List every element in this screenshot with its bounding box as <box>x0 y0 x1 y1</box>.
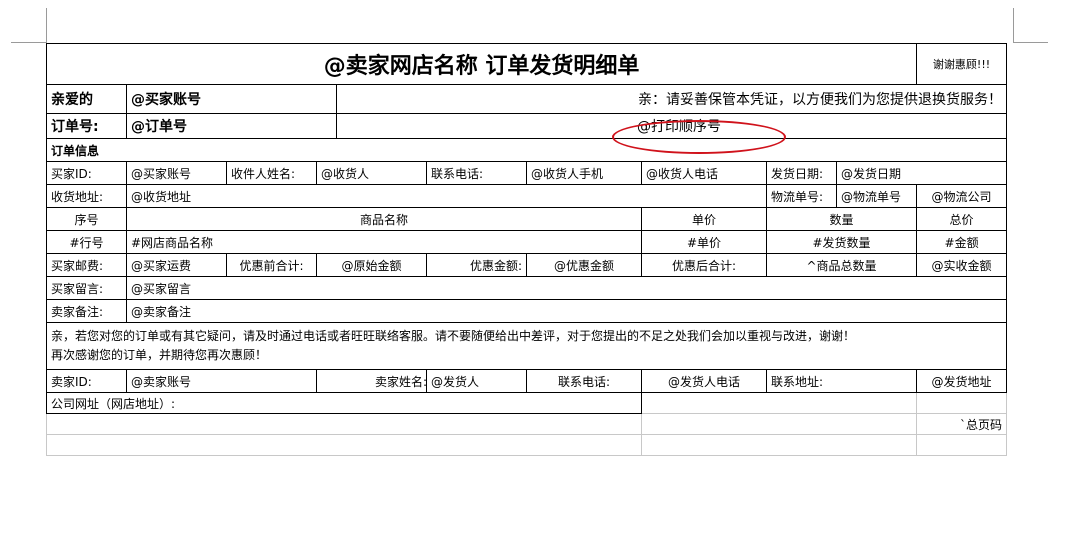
total-pages: `总页码 <box>916 413 1008 435</box>
receiver-name-value: @收货人 <box>316 161 427 185</box>
discount-label: 优惠金额: <box>426 253 527 277</box>
seller-phone-label: 联系电话: <box>526 369 642 393</box>
post-discount-label: 优惠后合计: <box>641 253 767 277</box>
print-sequence-number: @打印顺序号 <box>637 119 721 135</box>
address-label: 收货地址: <box>46 184 127 208</box>
receiver-phone-value: @收货人电话 <box>641 161 767 185</box>
seller-note-value: @卖家备注 <box>125 299 1008 323</box>
page-corner-mark-left-h <box>11 42 46 43</box>
col-header-total-price: 总价 <box>916 207 1008 231</box>
shipping-fee-value: @买家运费 <box>126 253 227 277</box>
col-header-index: 序号 <box>46 207 127 231</box>
address-row: 收货地址: @收货地址 物流单号: @物流单号 @物流公司 <box>46 184 1008 208</box>
blank-cell <box>916 392 1008 414</box>
ship-date-label: 发货日期: <box>766 161 837 185</box>
buyer-account: @买家账号 <box>126 84 337 114</box>
seller-info-row: 卖家ID: @卖家账号 卖家姓名: @发货人 联系电话: @发货人电话 联系地址… <box>46 369 1008 393</box>
page-total-row: `总页码 <box>46 413 1008 435</box>
blank-cell <box>640 434 918 456</box>
total-quantity-value: ^商品总数量 <box>765 253 918 277</box>
shipping-detail-document: @卖家网店名称 订单发货明细单 谢谢惠顾!!! 亲爱的 @买家账号 亲：请妥善保… <box>45 43 1008 456</box>
received-amount-value: @实收金额 <box>916 253 1008 277</box>
buyer-info-row: 买家ID: @买家账号 收件人姓名: @收货人 联系电话: @收货人手机 @收货… <box>46 161 1008 185</box>
col-header-unit-price: 单价 <box>641 207 767 231</box>
order-number-label: 订单号: <box>46 113 127 139</box>
page-corner-mark-right-v <box>1013 8 1014 43</box>
title-row: @卖家网店名称 订单发货明细单 谢谢惠顾!!! <box>45 43 1008 85</box>
buyer-message-value: @买家留言 <box>125 276 1008 300</box>
col-header-product-name: 商品名称 <box>126 207 642 231</box>
receiver-phone-label: 联系电话: <box>426 161 527 185</box>
notice-line-2: 再次感谢您的订单，并期待您再次惠顾！ <box>51 348 268 362</box>
page-corner-mark-right-h <box>1013 42 1048 43</box>
website-row: 公司网址（网店地址）: <box>46 392 1008 414</box>
thanks-text: 谢谢惠顾!!! <box>916 43 1008 85</box>
tracking-label: 物流单号: <box>766 184 837 208</box>
seller-phone-value: @发货人电话 <box>641 369 767 393</box>
seller-name-label: 卖家姓名: <box>316 369 427 393</box>
order-number-row: 订单号: @订单号 @打印顺序号 <box>46 113 1008 139</box>
col-header-quantity: 数量 <box>765 207 918 231</box>
item-unit-price: #单价 <box>641 230 767 254</box>
blank-cell <box>916 434 1008 456</box>
seller-address-label: 联系地址: <box>765 369 918 393</box>
notice-cell: 亲，若您对您的订单或有其它疑问，请及时通过电话或者旺旺联络客服。请不要随便给出中… <box>45 322 1008 370</box>
seller-address-value: @发货地址 <box>916 369 1008 393</box>
shipping-fee-label: 买家邮费: <box>46 253 127 277</box>
receiver-mobile-value: @收货人手机 <box>526 161 642 185</box>
pre-discount-label: 优惠前合计: <box>226 253 317 277</box>
order-number-value: @订单号 <box>126 113 337 139</box>
item-amount: #金额 <box>916 230 1008 254</box>
seller-id-label: 卖家ID: <box>46 369 127 393</box>
discount-value: @优惠金额 <box>526 253 642 277</box>
blank-cell <box>640 392 918 414</box>
website-label: 公司网址（网店地址）: <box>46 392 642 414</box>
blank-row <box>46 434 1008 456</box>
blank-cell <box>640 413 918 435</box>
dear-label: 亲爱的 <box>46 84 127 114</box>
receiver-name-label: 收件人姓名: <box>226 161 317 185</box>
seller-note-label: 卖家备注: <box>46 299 127 323</box>
print-sequence-cell: @打印顺序号 <box>335 113 1008 139</box>
seller-id-value: @卖家账号 <box>126 369 317 393</box>
pre-discount-value: @原始金额 <box>316 253 427 277</box>
tracking-value: @物流单号 <box>835 184 918 208</box>
buyer-id-label: 买家ID: <box>46 161 127 185</box>
carrier-value: @物流公司 <box>916 184 1008 208</box>
item-quantity: #发货数量 <box>765 230 918 254</box>
greeting-row: 亲爱的 @买家账号 亲：请妥善保管本凭证，以方便我们为您提供退换货服务！ <box>46 84 1008 114</box>
page-corner-mark-left-v <box>46 8 47 43</box>
item-row: #行号 #网店商品名称 #单价 #发货数量 #金额 <box>46 230 1008 254</box>
notice-line-1: 亲，若您对您的订单或有其它疑问，请及时通过电话或者旺旺联络客服。请不要随便给出中… <box>51 329 856 343</box>
seller-name-value: @发货人 <box>426 369 527 393</box>
address-value: @收货地址 <box>126 184 767 208</box>
blank-cell <box>46 413 642 435</box>
items-header-row: 序号 商品名称 单价 数量 总价 <box>46 207 1008 231</box>
seller-note-row: 卖家备注: @卖家备注 <box>46 299 1008 323</box>
totals-row: 买家邮费: @买家运费 优惠前合计: @原始金额 优惠金额: @优惠金额 优惠后… <box>46 253 1008 277</box>
item-product-name: #网店商品名称 <box>126 230 642 254</box>
notice-row: 亲，若您对您的订单或有其它疑问，请及时通过电话或者旺旺联络客服。请不要随便给出中… <box>45 322 1008 370</box>
ship-date-value: @发货日期 <box>835 161 1008 185</box>
blank-cell <box>46 434 642 456</box>
order-info-section-label: 订单信息 <box>45 138 1008 162</box>
greeting-message: 亲：请妥善保管本凭证，以方便我们为您提供退换货服务！ <box>335 84 1008 114</box>
item-index: #行号 <box>46 230 127 254</box>
document-title: @卖家网店名称 订单发货明细单 <box>45 43 918 85</box>
buyer-message-label: 买家留言: <box>46 276 127 300</box>
buyer-message-row: 买家留言: @买家留言 <box>46 276 1008 300</box>
buyer-id-value: @买家账号 <box>126 161 227 185</box>
shipping-detail-table: @卖家网店名称 订单发货明细单 谢谢惠顾!!! 亲爱的 @买家账号 亲：请妥善保… <box>45 43 1008 456</box>
order-info-header-row: 订单信息 <box>45 138 1008 162</box>
